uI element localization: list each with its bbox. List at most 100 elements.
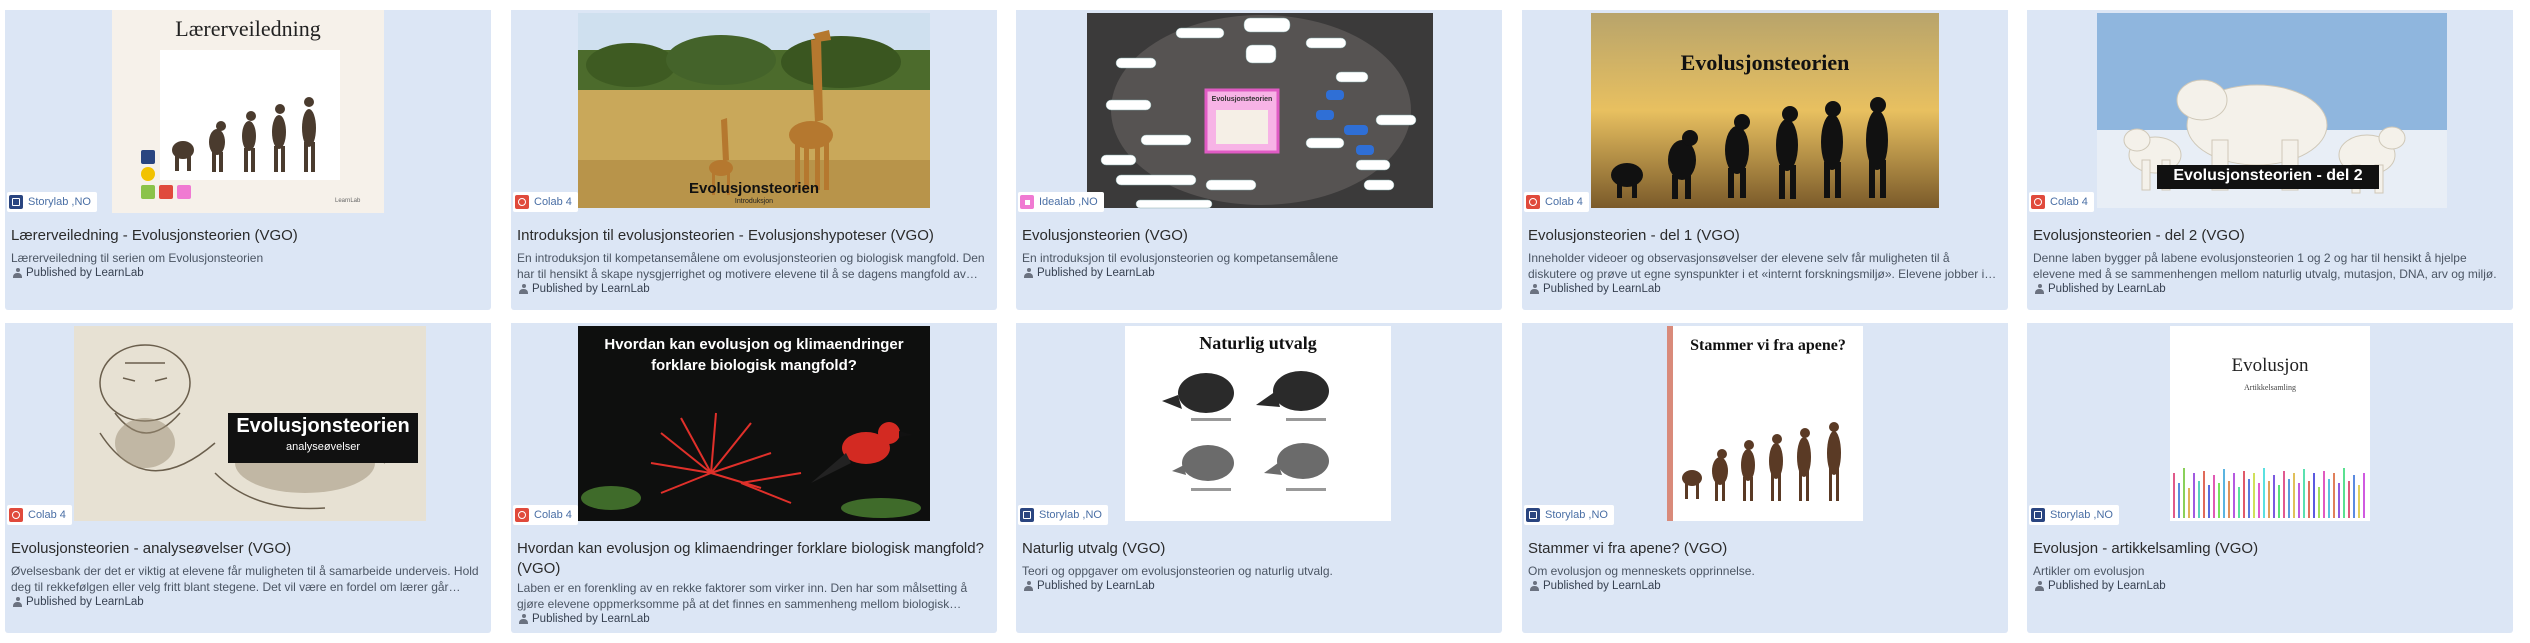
person-icon xyxy=(13,268,22,278)
card-thumbnail: Evolusjonsteorien xyxy=(1522,10,2008,213)
card-thumbnail: Naturlig utvalg xyxy=(1016,323,1502,526)
publisher-line: Published by LearnLab xyxy=(13,267,144,279)
badge-label: Colab 4 xyxy=(534,196,572,208)
lab-type-badge: Colab 4 xyxy=(7,505,72,525)
card-title[interactable]: Evolusjon - artikkelsamling (VGO) xyxy=(2033,539,2505,559)
card-description: Laben er en forenkling av en rekke fakto… xyxy=(517,581,968,611)
publisher-label: Published by LearnLab xyxy=(26,267,144,279)
card-title[interactable]: Evolusjonsteorien - del 1 (VGO) xyxy=(1528,226,2000,246)
publisher-label: Published by LearnLab xyxy=(26,596,144,608)
publisher-line: Published by LearnLab xyxy=(2035,283,2166,295)
publisher-line: Published by LearnLab xyxy=(1024,580,1155,592)
lab-type-badge: Storylab ,NO xyxy=(7,192,97,212)
thumbnail-title: Evolusjon xyxy=(2231,355,2309,376)
thumbnail-title: Lærerveiledning xyxy=(175,16,321,41)
idealab-icon xyxy=(1020,195,1034,209)
publisher-label: Published by LearnLab xyxy=(1543,580,1661,592)
person-icon xyxy=(1024,268,1033,278)
thumbnail-caption: Artikkelsamling xyxy=(2244,383,2296,392)
colab-icon xyxy=(2031,195,2045,209)
publisher-label: Published by LearnLab xyxy=(2048,283,2166,295)
thumbnail-title: Evolusjonsteorien - del 2 xyxy=(2173,167,2363,184)
person-icon xyxy=(2035,284,2044,294)
card-title[interactable]: Evolusjonsteorien - del 2 (VGO) xyxy=(2033,226,2505,246)
mindmap-image xyxy=(1016,10,1502,213)
lab-card[interactable]: Evolusjonsteorien Colab 4 Evolusjonsteor… xyxy=(1522,10,2008,310)
storylab-icon xyxy=(9,195,23,209)
card-title[interactable]: Evolusjonsteorien (VGO) xyxy=(1022,226,1494,246)
card-description: En introduksjon til kompetansemålene om … xyxy=(517,251,985,281)
storylab-icon xyxy=(2031,508,2045,522)
badge-label: Storylab ,NO xyxy=(1039,509,1102,521)
card-description: Øvelsesbank der det er viktig at elevene… xyxy=(11,564,479,594)
thumbnail-title: Evolusjonsteorien xyxy=(1680,50,1850,75)
storylab-icon xyxy=(1526,508,1540,522)
article-cover-image xyxy=(2027,323,2513,526)
lab-type-badge: Colab 4 xyxy=(513,505,578,525)
card-title[interactable]: Stammer vi fra apene? (VGO) xyxy=(1528,539,2000,559)
card-thumbnail: Evolusjonsteorien xyxy=(1016,10,1502,213)
thumbnail-title: Evolusjonsteorien xyxy=(688,180,820,197)
person-icon xyxy=(1530,581,1539,591)
lab-card[interactable]: Evolusjonsteorien Idealab ,NO Evolusjons… xyxy=(1016,10,1502,310)
thumbnail-title: Naturlig utvalg xyxy=(1199,333,1317,353)
thumbnail-caption: LearnLab xyxy=(335,198,361,204)
card-description: Om evolusjon og menneskets opprinnelse. xyxy=(1528,564,1755,578)
publisher-line: Published by LearnLab xyxy=(519,613,650,625)
card-title[interactable]: Evolusjonsteorien - analyseøvelser (VGO) xyxy=(11,539,483,559)
thumbnail-title: Stammer vi fra apene? xyxy=(1690,337,1846,354)
storylab-icon xyxy=(1020,508,1034,522)
lab-type-badge: Idealab ,NO xyxy=(1018,192,1104,212)
card-title[interactable]: Lærerveiledning - Evolusjonsteorien (VGO… xyxy=(11,226,483,246)
person-icon xyxy=(519,614,528,624)
publisher-label: Published by LearnLab xyxy=(532,613,650,625)
card-thumbnail: Hvordan kan evolusjon og klimaendringer … xyxy=(511,323,997,526)
card-thumbnail: Stammer vi fra apene? xyxy=(1522,323,2008,526)
card-description: Inneholder videoer og observasjonsøvelse… xyxy=(1528,251,1985,281)
lab-card[interactable]: Hvordan kan evolusjon og klimaendringer … xyxy=(511,323,997,633)
publisher-line: Published by LearnLab xyxy=(13,596,144,608)
card-title[interactable]: Introduksjon til evolusjonsteorien - Evo… xyxy=(517,226,989,246)
publisher-label: Published by LearnLab xyxy=(1037,580,1155,592)
lab-card[interactable]: Evolusjonsteorien analyseøvelser Colab 4… xyxy=(5,323,491,633)
lab-card[interactable]: Stammer vi fra apene? Storylab ,NO Stamm… xyxy=(1522,323,2008,633)
badge-label: Storylab ,NO xyxy=(1545,509,1608,521)
thumbnail-caption: Introduksjon xyxy=(734,198,774,205)
publisher-line: Published by LearnLab xyxy=(2035,580,2166,592)
publisher-line: Published by LearnLab xyxy=(519,283,650,295)
publisher-line: Published by LearnLab xyxy=(1530,283,1661,295)
badge-label: Storylab ,NO xyxy=(2050,509,2113,521)
person-icon xyxy=(13,597,22,607)
lab-card[interactable]: Naturlig utvalg Storylab ,NO Naturlig ut… xyxy=(1016,323,1502,633)
card-description: En introduksjon til evolusjonsteorien og… xyxy=(1022,251,1339,265)
publisher-line: Published by LearnLab xyxy=(1530,580,1661,592)
card-thumbnail: Evolusjon Artikkelsamling xyxy=(2027,323,2513,526)
publisher-label: Published by LearnLab xyxy=(2048,580,2166,592)
person-icon xyxy=(1530,284,1539,294)
lab-type-badge: Colab 4 xyxy=(2029,192,2094,212)
badge-label: Colab 4 xyxy=(28,509,66,521)
lab-card[interactable]: Evolusjonsteorien - del 2 Colab 4 Evolus… xyxy=(2027,10,2513,310)
lab-card[interactable]: Evolusjon Artikkelsamling Storylab ,NO E… xyxy=(2027,323,2513,633)
badge-label: Colab 4 xyxy=(1545,196,1583,208)
colab-icon xyxy=(1526,195,1540,209)
person-icon xyxy=(519,284,528,294)
badge-label: Storylab ,NO xyxy=(28,196,91,208)
silhouette-sunset-image xyxy=(1522,10,2008,213)
lab-card[interactable]: Evolusjonsteorien Introduksjon Colab 4 I… xyxy=(511,10,997,310)
card-description: Denne laben bygger på labene evolusjonst… xyxy=(2033,251,2497,281)
person-icon xyxy=(1024,581,1033,591)
card-thumbnail: Lærerveiledning LearnLab xyxy=(5,10,491,213)
lab-type-badge: Colab 4 xyxy=(1524,192,1589,212)
card-title[interactable]: Naturlig utvalg (VGO) xyxy=(1022,539,1494,559)
card-thumbnail: Evolusjonsteorien Introduksjon xyxy=(511,10,997,213)
colab-icon xyxy=(515,195,529,209)
card-title[interactable]: Hvordan kan evolusjon og klimaendringer … xyxy=(517,539,989,579)
lab-type-badge: Storylab ,NO xyxy=(2029,505,2119,525)
card-thumbnail: Evolusjonsteorien analyseøvelser xyxy=(5,323,491,526)
lab-card-grid: Lærerveiledning LearnLab Storylab ,NO Læ… xyxy=(0,0,2530,643)
badge-label: Idealab ,NO xyxy=(1039,196,1098,208)
lab-card[interactable]: Lærerveiledning LearnLab Storylab ,NO Læ… xyxy=(5,10,491,310)
thumbnail-title: Hvordan kan evolusjon og klimaendringer … xyxy=(604,336,904,374)
thumbnail-title: Evolusjonsteorien xyxy=(236,415,410,437)
